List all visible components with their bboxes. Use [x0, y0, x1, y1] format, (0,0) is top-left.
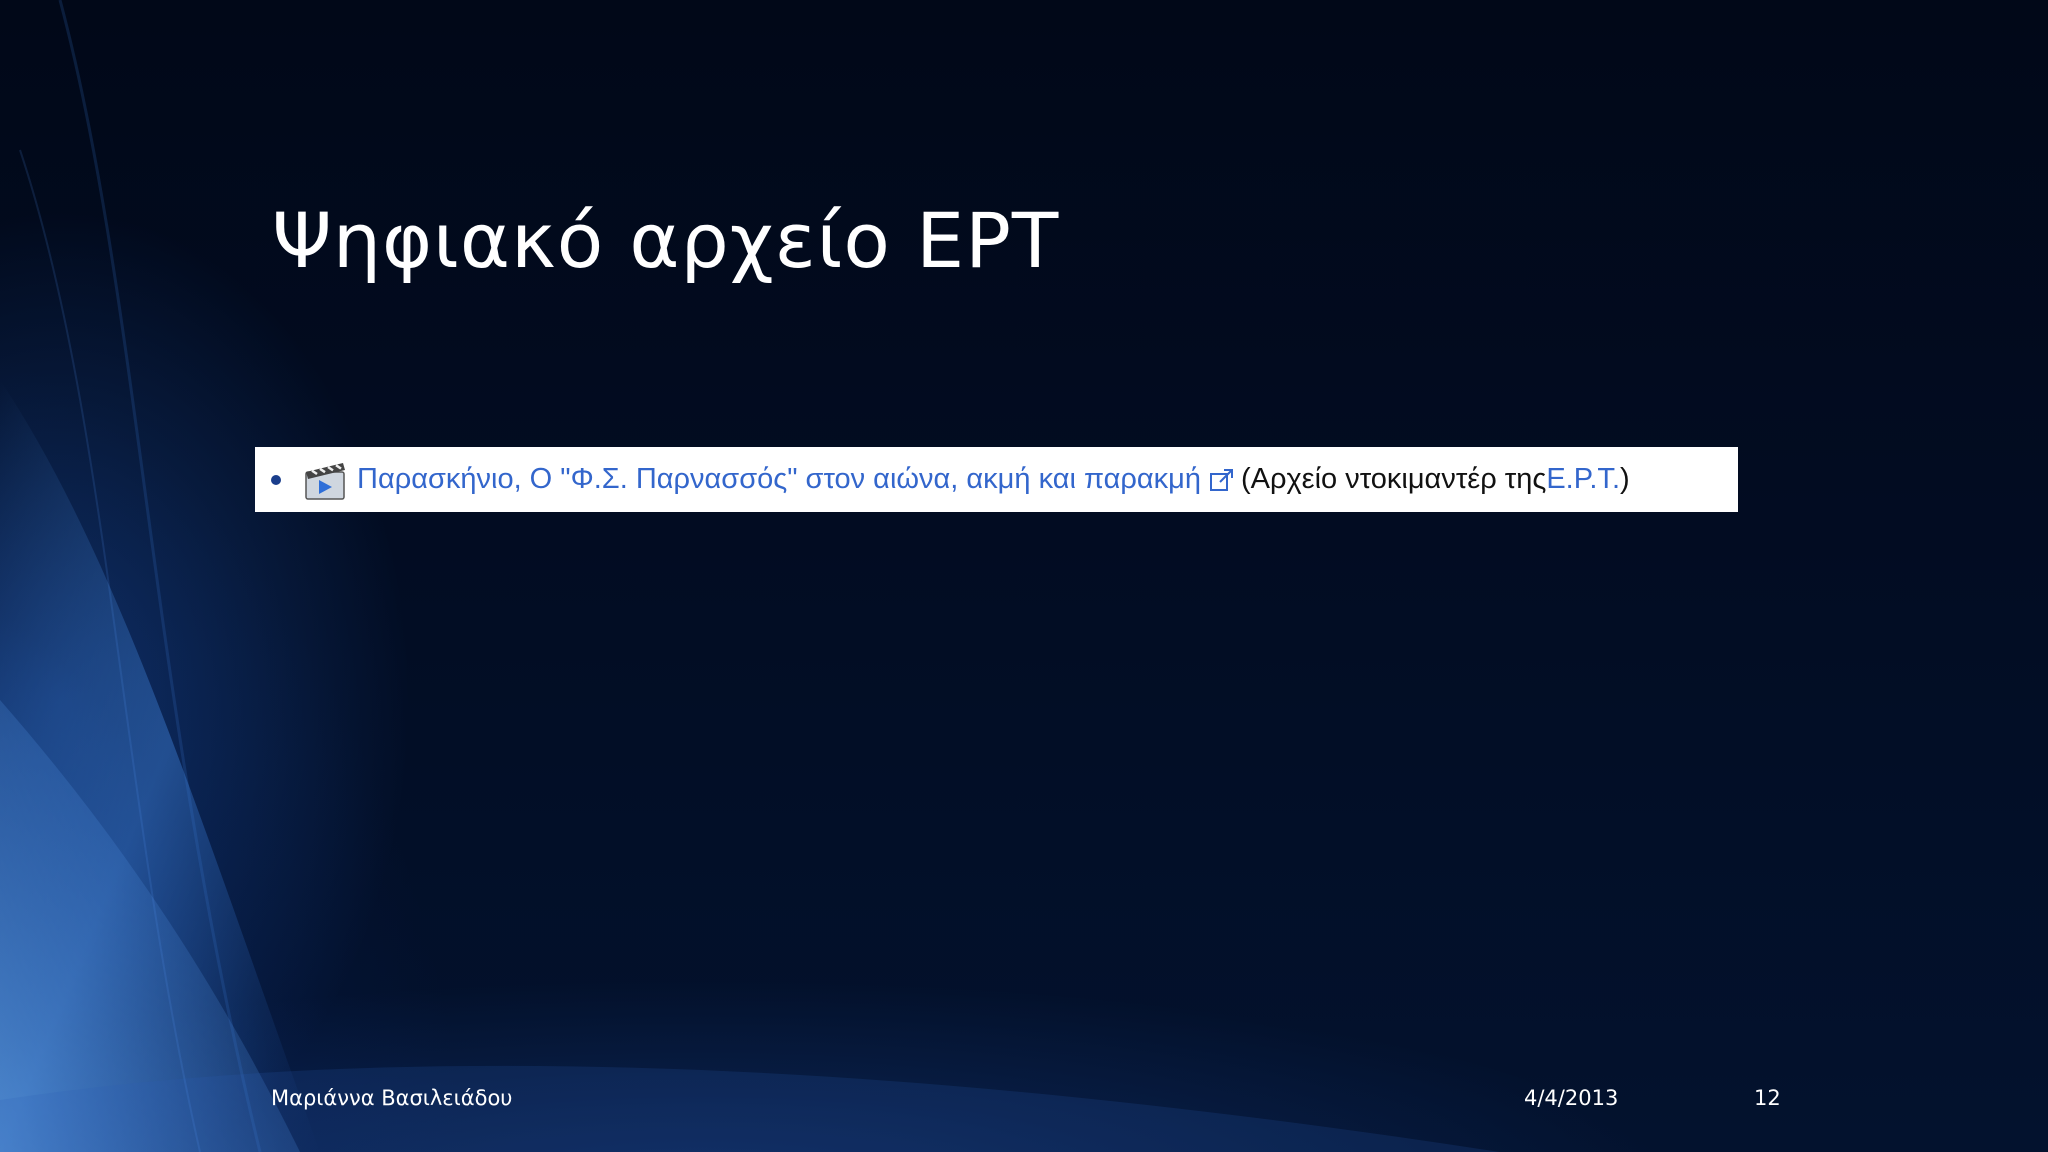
footer-author: Μαριάννα Βασιλειάδου [271, 1086, 513, 1110]
slide-title: Ψηφιακό αρχείο ΕΡΤ [272, 196, 1060, 285]
footer-date: 4/4/2013 [1524, 1086, 1619, 1110]
video-clapper-icon[interactable] [303, 458, 347, 502]
external-link-icon[interactable] [1209, 467, 1235, 493]
bullet-dot [271, 474, 281, 485]
embedded-screenshot-link-row: Παρασκήνιο, Ο "Φ.Σ. Παρνασσός" στον αιών… [255, 447, 1738, 512]
documentary-link[interactable]: Παρασκήνιο, Ο "Φ.Σ. Παρνασσός" στον αιών… [357, 463, 1201, 496]
background-swoosh [0, 0, 1500, 1152]
presentation-slide: Ψηφιακό αρχείο ΕΡΤ Παρασκήνιο, Ο "Φ.Σ. Π… [0, 0, 2048, 1152]
ert-link[interactable]: Ε.Ρ.Τ. [1546, 463, 1620, 496]
source-note-close: ) [1620, 463, 1630, 495]
source-note-open: (Αρχείο ντοκιμαντέρ της [1240, 463, 1547, 495]
footer-page-number: 12 [1754, 1086, 1781, 1110]
